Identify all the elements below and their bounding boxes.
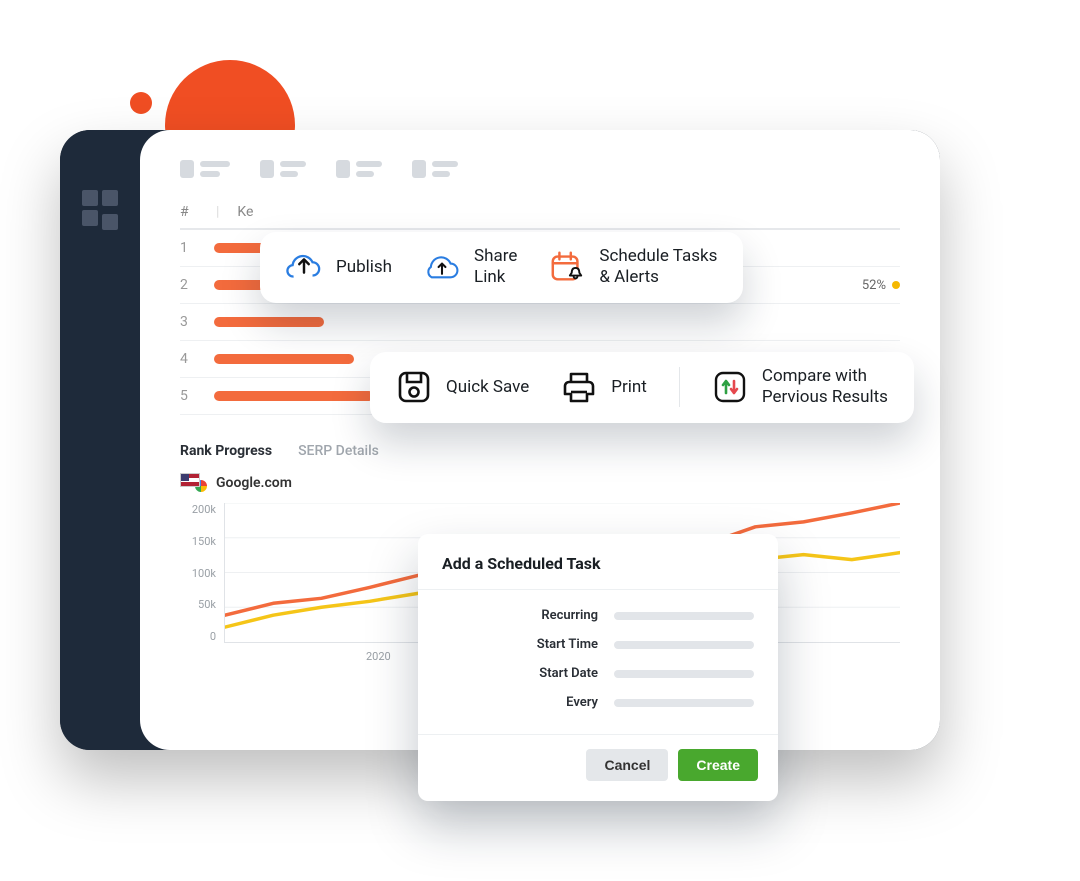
tab-rank-progress[interactable]: Rank Progress xyxy=(180,443,272,459)
create-button[interactable]: Create xyxy=(678,749,758,781)
every-input[interactable] xyxy=(614,699,754,707)
us-flag-icon xyxy=(180,473,200,487)
actions-bar-bottom: Quick Save Print Compare with Pervious R… xyxy=(370,352,914,423)
print-icon xyxy=(561,369,597,405)
schedule-task-modal: Add a Scheduled Task Recurring Start Tim… xyxy=(418,534,778,801)
share-cloud-icon xyxy=(424,249,460,285)
publish-label: Publish xyxy=(336,257,392,278)
col-header-keyword: Ke xyxy=(237,204,297,220)
field-label-every: Every xyxy=(498,695,598,710)
schedule-label: Schedule Tasks & Alerts xyxy=(599,246,717,289)
compare-arrows-icon xyxy=(712,369,748,405)
divider xyxy=(679,367,680,407)
share-label: Share Link xyxy=(474,246,517,289)
row-num: 2 xyxy=(180,277,204,293)
cancel-button[interactable]: Cancel xyxy=(586,749,668,781)
save-icon xyxy=(396,369,432,405)
decorative-circle-small xyxy=(130,92,152,114)
toolbar-placeholder xyxy=(180,160,900,178)
row-percent: 52% xyxy=(862,278,886,293)
compare-label: Compare with Pervious Results xyxy=(762,366,888,409)
row-bar xyxy=(214,354,354,364)
field-label-start-time: Start Time xyxy=(498,637,598,652)
source-label: Google.com xyxy=(216,475,292,491)
chart-tabs: Rank Progress SERP Details xyxy=(180,443,900,459)
schedule-tasks-button[interactable]: Schedule Tasks & Alerts xyxy=(549,246,717,289)
chart-y-axis: 200k 150k 100k 50k 0 xyxy=(180,503,216,643)
modal-title: Add a Scheduled Task xyxy=(418,534,778,590)
dashboard-icon[interactable] xyxy=(82,190,118,226)
row-bar xyxy=(214,317,324,327)
table-header: # | Ke xyxy=(180,196,900,230)
row-num: 5 xyxy=(180,388,204,404)
status-dot-yellow xyxy=(892,281,900,289)
calendar-bell-icon xyxy=(549,249,585,285)
chart-source: Google.com xyxy=(180,473,900,493)
row-num: 3 xyxy=(180,314,204,330)
upload-cloud-icon xyxy=(286,249,322,285)
row-num: 4 xyxy=(180,351,204,367)
tab-serp-details[interactable]: SERP Details xyxy=(298,443,379,459)
start-date-input[interactable] xyxy=(614,670,754,678)
print-button[interactable]: Print xyxy=(561,369,647,405)
quicksave-label: Quick Save xyxy=(446,377,529,398)
col-header-num: # xyxy=(180,204,198,220)
quick-save-button[interactable]: Quick Save xyxy=(396,369,529,405)
table-row[interactable]: 3 xyxy=(180,304,900,341)
field-label-recurring: Recurring xyxy=(498,608,598,623)
chart-x-tick: 2020 xyxy=(366,650,391,663)
row-num: 1 xyxy=(180,240,204,256)
start-time-input[interactable] xyxy=(614,641,754,649)
print-label: Print xyxy=(611,377,647,398)
row-bar xyxy=(214,391,374,401)
actions-bar-top: Publish Share Link Schedule Tasks & Aler… xyxy=(260,232,743,303)
publish-button[interactable]: Publish xyxy=(286,249,392,285)
modal-footer: Cancel Create xyxy=(418,734,778,801)
modal-body: Recurring Start Time Start Date Every xyxy=(418,590,778,734)
compare-results-button[interactable]: Compare with Pervious Results xyxy=(712,366,888,409)
recurring-input[interactable] xyxy=(614,612,754,620)
sidebar xyxy=(60,130,140,750)
field-label-start-date: Start Date xyxy=(498,666,598,681)
share-link-button[interactable]: Share Link xyxy=(424,246,517,289)
